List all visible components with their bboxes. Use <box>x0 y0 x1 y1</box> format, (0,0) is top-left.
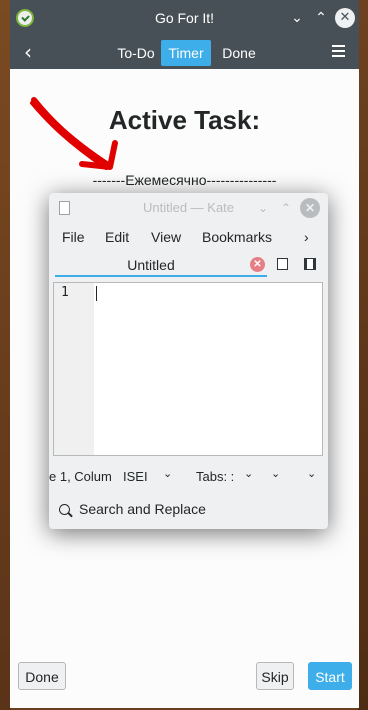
menu-edit[interactable]: Edit <box>105 229 129 245</box>
menu-view[interactable]: View <box>151 229 181 245</box>
skip-button[interactable]: Skip <box>256 662 294 690</box>
go-for-it-titlebar[interactable]: Go For It! ⌄ ⌃ ✕ <box>10 0 359 36</box>
kate-tabbar: Untitled ✕ <box>53 253 324 277</box>
split-view-icon[interactable] <box>304 258 316 270</box>
tab-todo[interactable]: To-Do <box>106 40 166 66</box>
kate-close-button[interactable]: ✕ <box>300 198 320 218</box>
search-and-replace-label: Search and Replace <box>79 501 206 517</box>
menu-overflow-chevron-icon[interactable]: › <box>304 229 309 245</box>
mode-dropdown-chevron-icon[interactable]: ⌄ <box>163 467 172 480</box>
kate-window: Untitled — Kate ⌄ ⌃ ✕ File Edit View Boo… <box>49 193 328 529</box>
minimize-button[interactable]: ⌄ <box>287 8 307 28</box>
encoding-dropdown-chevron-icon[interactable]: ⌄ <box>271 467 280 480</box>
close-tab-icon[interactable]: ✕ <box>250 257 265 272</box>
tab-untitled-label: Untitled <box>127 257 175 273</box>
red-arrow-annotation <box>30 97 118 170</box>
tabs-setting[interactable]: Tabs: : <box>196 469 238 484</box>
syntax-dropdown-chevron-icon[interactable]: ⌄ <box>307 467 316 480</box>
back-button[interactable]: ‹ <box>24 40 32 64</box>
text-cursor <box>96 286 97 301</box>
done-button[interactable]: Done <box>18 662 66 690</box>
kate-menubar: File Edit View Bookmarks › <box>49 223 328 251</box>
go-for-it-toolbar: ‹ To-Do Timer Done <box>10 36 359 69</box>
tab-untitled[interactable]: Untitled ✕ <box>55 253 267 277</box>
kate-statusbar: e 1, Colum ISEI ⌄ Tabs: : ⌄ ⌄ ⌄ <box>49 465 328 489</box>
line-number: 1 <box>61 285 69 300</box>
text-editor[interactable]: 1 <box>53 282 323 456</box>
quick-open-icon[interactable] <box>277 258 288 270</box>
kate-minimize-button[interactable]: ⌄ <box>253 198 273 218</box>
menu-file[interactable]: File <box>62 229 85 245</box>
desktop-background-right <box>358 0 368 710</box>
search-and-replace-button[interactable]: Search and Replace <box>59 501 206 517</box>
tabs-dropdown-chevron-icon[interactable]: ⌄ <box>244 467 253 480</box>
hamburger-menu-icon[interactable] <box>332 45 345 57</box>
tab-done[interactable]: Done <box>215 40 263 66</box>
line-number-gutter: 1 <box>54 283 94 455</box>
kate-titlebar[interactable]: Untitled — Kate ⌄ ⌃ ✕ <box>49 193 328 223</box>
close-button[interactable]: ✕ <box>335 8 355 28</box>
menu-bookmarks[interactable]: Bookmarks <box>202 229 272 245</box>
maximize-button[interactable]: ⌃ <box>311 8 331 28</box>
start-button[interactable]: Start <box>308 662 352 690</box>
tab-timer[interactable]: Timer <box>161 40 211 66</box>
kate-maximize-button[interactable]: ⌃ <box>276 198 296 218</box>
cursor-position[interactable]: e 1, Colum <box>49 469 123 484</box>
search-icon <box>59 504 70 515</box>
input-mode[interactable]: ISEI <box>123 469 151 484</box>
